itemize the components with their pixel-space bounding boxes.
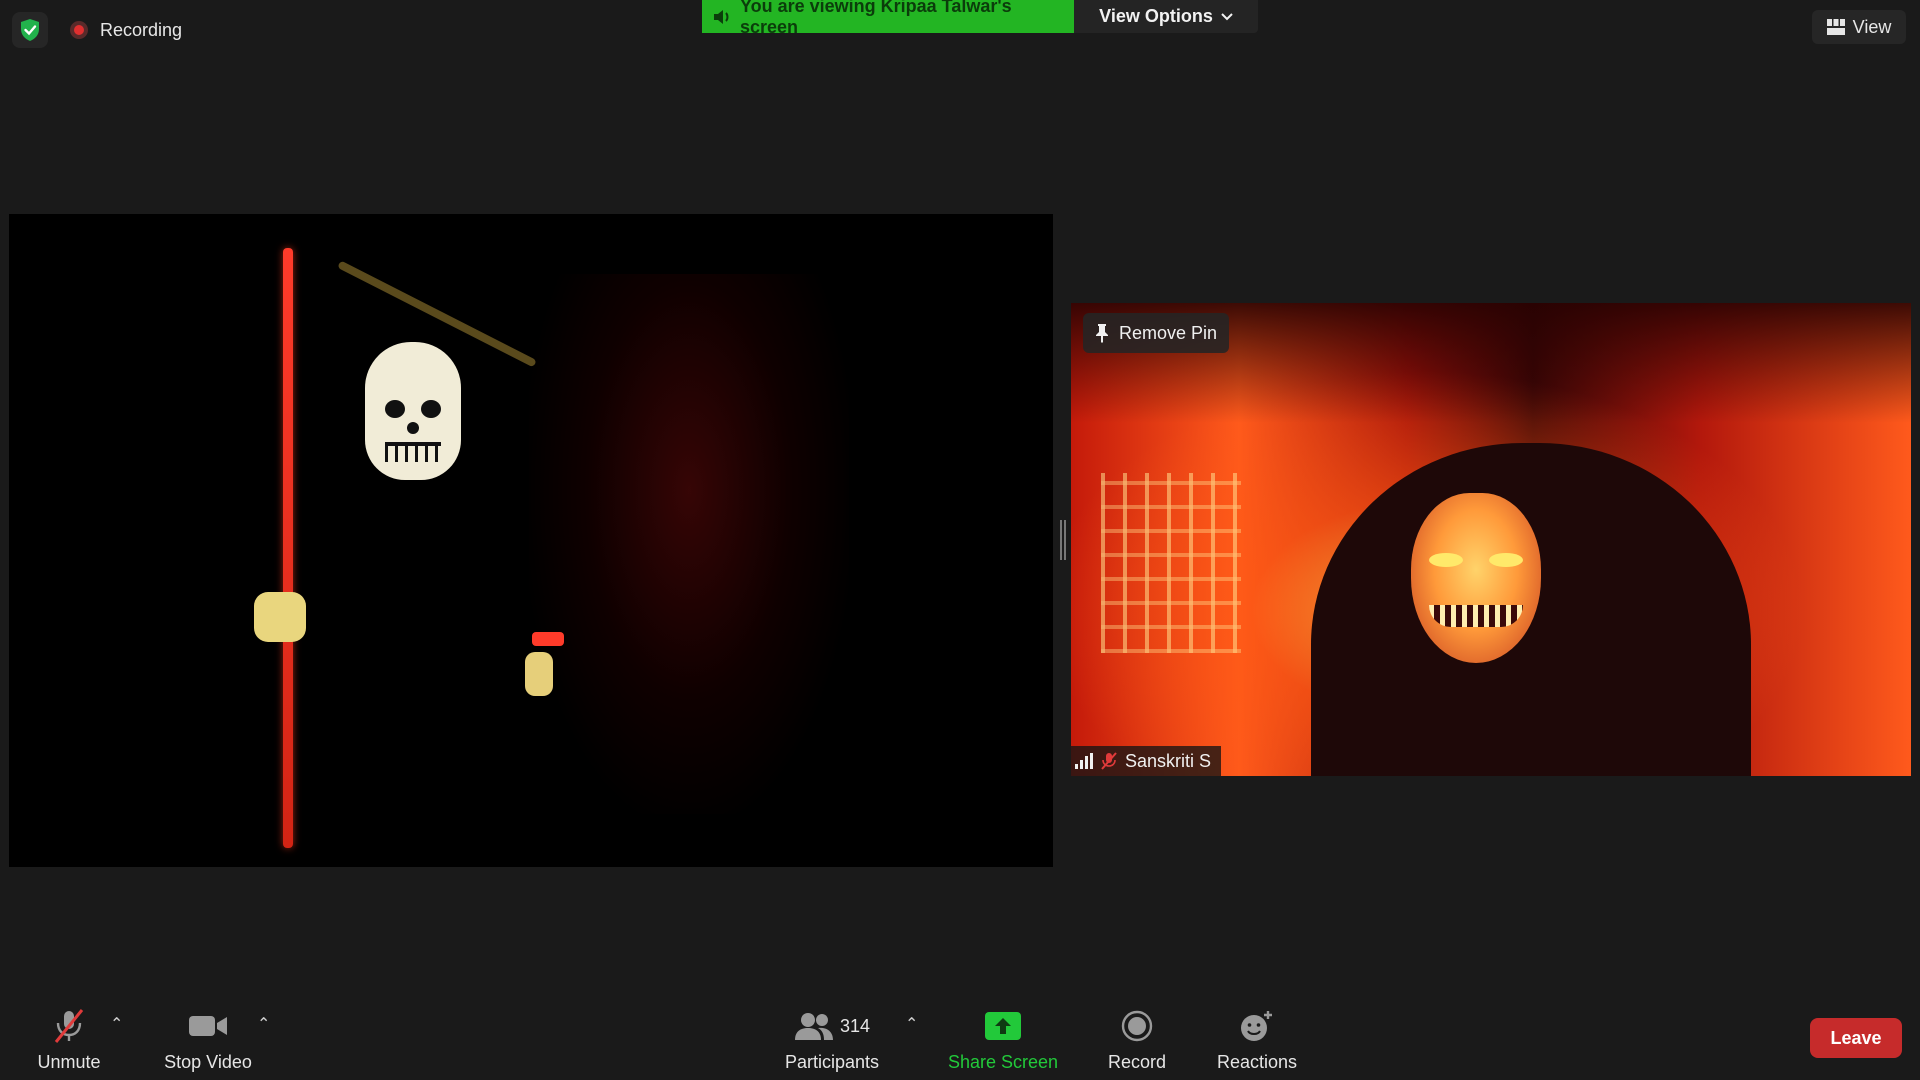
red-candle — [532, 632, 564, 646]
unmute-label: Unmute — [37, 1052, 101, 1072]
video-options-caret[interactable]: ⌃ — [257, 1014, 270, 1034]
participants-label: Participants — [784, 1052, 880, 1072]
participants-options-caret[interactable]: ⌃ — [905, 1014, 918, 1034]
reactions-label: Reactions — [1216, 1052, 1298, 1072]
shared-screen-video[interactable] — [9, 214, 1053, 867]
record-icon — [1121, 1010, 1153, 1042]
skull-eye-left — [385, 400, 405, 418]
meeting-status-area: Recording — [12, 12, 182, 48]
shield-check-icon — [21, 19, 39, 41]
share-screen-button[interactable]: Share Screen — [946, 1008, 1060, 1073]
audio-options-caret[interactable]: ⌃ — [110, 1014, 123, 1034]
window-grille — [1101, 473, 1241, 653]
view-label: View — [1852, 16, 1892, 37]
view-layout-button[interactable]: View — [1812, 10, 1906, 44]
stop-video-label: Stop Video — [164, 1052, 252, 1072]
record-button[interactable]: Record — [1097, 1008, 1177, 1073]
record-label: Record — [1107, 1052, 1167, 1072]
zoom-meeting-window: Recording You are viewing Kripaa Talwar'… — [0, 0, 1920, 1080]
recording-label: Recording — [100, 19, 183, 40]
view-options-label: View Options — [1099, 6, 1213, 26]
reactions-icon — [1241, 1011, 1272, 1041]
viewing-banner-text: You are viewing Kripaa Talwar's screen — [739, 0, 1012, 37]
recording-dot-icon — [70, 21, 88, 39]
leave-button[interactable]: Leave — [1810, 1018, 1902, 1058]
glowing-mask — [1411, 493, 1541, 663]
recording-indicator[interactable]: Recording — [70, 20, 182, 41]
share-screen-label: Share Screen — [947, 1052, 1059, 1072]
unmute-button[interactable]: Unmute — [34, 1008, 104, 1073]
viewing-screen-banner: You are viewing Kripaa Talwar's screen — [702, 0, 1074, 37]
pinned-participant-video[interactable]: Remove Pin Sanskriti S — [1071, 303, 1911, 776]
skull-eye-right — [421, 400, 441, 418]
participant-name: Sanskriti S — [1125, 750, 1212, 771]
skull-nose — [407, 422, 419, 434]
skull-mask — [365, 342, 461, 480]
signal-bars-icon — [1075, 753, 1093, 769]
remove-pin-label: Remove Pin — [1119, 322, 1218, 343]
video-camera-icon — [189, 1016, 227, 1036]
reactions-button[interactable]: Reactions — [1212, 1008, 1302, 1073]
scythe-staff — [283, 248, 293, 848]
pin-icon — [1096, 324, 1108, 343]
participants-icon — [794, 1013, 833, 1040]
gloved-hand — [254, 592, 306, 642]
participants-button[interactable]: 314 Participants — [780, 1008, 884, 1073]
participants-count: 314 — [839, 1015, 871, 1036]
speaker-icon — [713, 9, 729, 24]
mic-muted-icon — [1101, 752, 1117, 770]
skull-teeth — [385, 442, 441, 462]
meeting-toolbar: Unmute ⌃ Stop Video ⌃ 314 Participants ⌃… — [0, 1000, 1920, 1080]
remove-pin-button[interactable]: Remove Pin — [1083, 313, 1230, 353]
participant-name-tag: Sanskriti S — [1071, 746, 1222, 776]
mask-eye-right — [1489, 553, 1523, 567]
chevron-down-icon — [1221, 12, 1233, 20]
share-screen-arrow-icon — [985, 1012, 1021, 1040]
mic-muted-icon — [54, 1009, 84, 1043]
stop-video-button[interactable]: Stop Video — [158, 1008, 258, 1073]
mask-eye-left — [1429, 553, 1463, 567]
security-shield-button[interactable] — [12, 12, 48, 48]
grid-view-icon — [1826, 19, 1845, 35]
gloved-hand-2 — [525, 652, 553, 696]
mask-mouth — [1429, 605, 1523, 627]
background-glow — [529, 274, 849, 814]
split-view-resize-handle[interactable] — [1060, 520, 1066, 560]
view-options-button[interactable]: View Options — [1074, 0, 1258, 33]
